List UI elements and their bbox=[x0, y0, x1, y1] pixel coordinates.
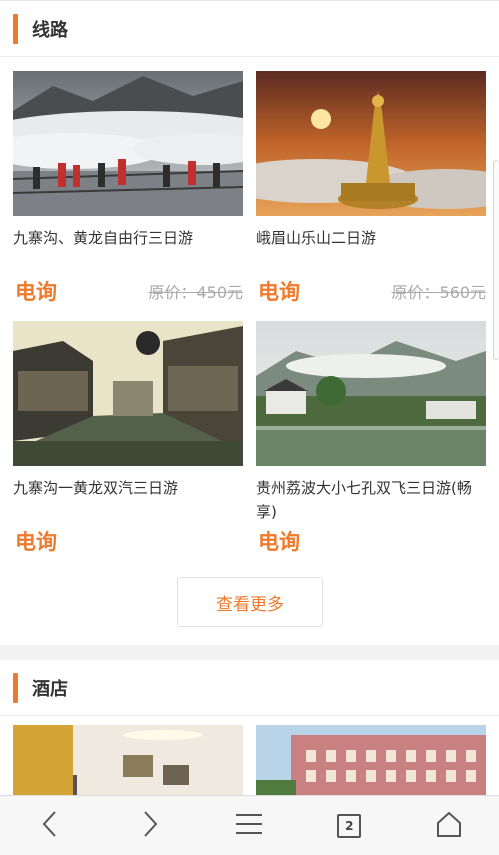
route-card-price: 电询 bbox=[258, 530, 300, 554]
scrollbar[interactable] bbox=[493, 160, 499, 360]
forward-button[interactable] bbox=[120, 796, 180, 855]
route-card-name[interactable]: 九寨沟一黄龙双汽三日游 bbox=[13, 476, 243, 524]
route-card-original-price: 原价：450元 bbox=[148, 283, 243, 302]
forward-icon bbox=[140, 809, 160, 843]
hotel-card[interactable] bbox=[13, 725, 243, 795]
route-card-price-row: 电询 bbox=[13, 526, 243, 556]
hotel-card-image[interactable] bbox=[13, 725, 243, 795]
route-card-price: 电询 bbox=[15, 530, 57, 554]
route-card-name[interactable]: 九寨沟、黄龙自由行三日游 bbox=[13, 226, 243, 274]
route-card-name[interactable]: 峨眉山乐山二日游 bbox=[256, 226, 486, 274]
route-section-header: 线路 bbox=[0, 1, 499, 57]
menu-button[interactable] bbox=[219, 796, 279, 855]
section-accent-bar bbox=[13, 672, 18, 703]
hotel-section-header: 酒店 bbox=[0, 660, 499, 716]
route-card[interactable]: 峨眉山乐山二日游 电询 原价：560元 bbox=[256, 71, 486, 304]
route-card-image[interactable] bbox=[256, 321, 486, 466]
route-card-price-row: 电询 原价：560元 bbox=[256, 276, 486, 306]
route-card[interactable]: 贵州荔波大小七孔双飞三日游(畅享) 电询 bbox=[256, 321, 486, 554]
back-button[interactable] bbox=[20, 796, 80, 855]
hotel-section-title: 酒店 bbox=[32, 678, 68, 700]
hotel-card[interactable] bbox=[256, 725, 486, 795]
view-more-button[interactable]: 查看更多 bbox=[177, 577, 323, 627]
route-section: 线路 九寨沟、黄龙自由行三日游 电询 原价：450元 峨眉山乐山二日游 电询 原… bbox=[0, 0, 499, 645]
route-card[interactable]: 九寨沟、黄龙自由行三日游 电询 原价：450元 bbox=[13, 71, 243, 304]
route-card[interactable]: 九寨沟一黄龙双汽三日游 电询 bbox=[13, 321, 243, 554]
menu-icon bbox=[235, 812, 263, 840]
route-card-name[interactable]: 贵州荔波大小七孔双飞三日游(畅享) bbox=[256, 476, 486, 524]
tabs-icon: 2 bbox=[337, 813, 362, 838]
route-card-price: 电询 bbox=[15, 280, 57, 304]
route-card-original-price: 原价：560元 bbox=[391, 283, 486, 302]
home-button[interactable] bbox=[419, 796, 479, 855]
route-card-price-row: 电询 bbox=[256, 526, 486, 556]
tabs-button[interactable]: 2 bbox=[319, 796, 379, 855]
hotel-card-image[interactable] bbox=[256, 725, 486, 795]
home-icon bbox=[435, 810, 463, 842]
bottom-nav: 2 bbox=[0, 795, 499, 855]
route-card-price-row: 电询 原价：450元 bbox=[13, 276, 243, 306]
page-content: 线路 九寨沟、黄龙自由行三日游 电询 原价：450元 峨眉山乐山二日游 电询 原… bbox=[0, 0, 499, 795]
route-card-image[interactable] bbox=[256, 71, 486, 216]
route-card-price: 电询 bbox=[258, 280, 300, 304]
route-card-image[interactable] bbox=[13, 71, 243, 216]
hotel-section: 酒店 bbox=[0, 660, 499, 795]
back-icon bbox=[40, 809, 60, 843]
section-accent-bar bbox=[13, 13, 18, 44]
route-section-title: 线路 bbox=[32, 19, 68, 41]
route-card-image[interactable] bbox=[13, 321, 243, 466]
